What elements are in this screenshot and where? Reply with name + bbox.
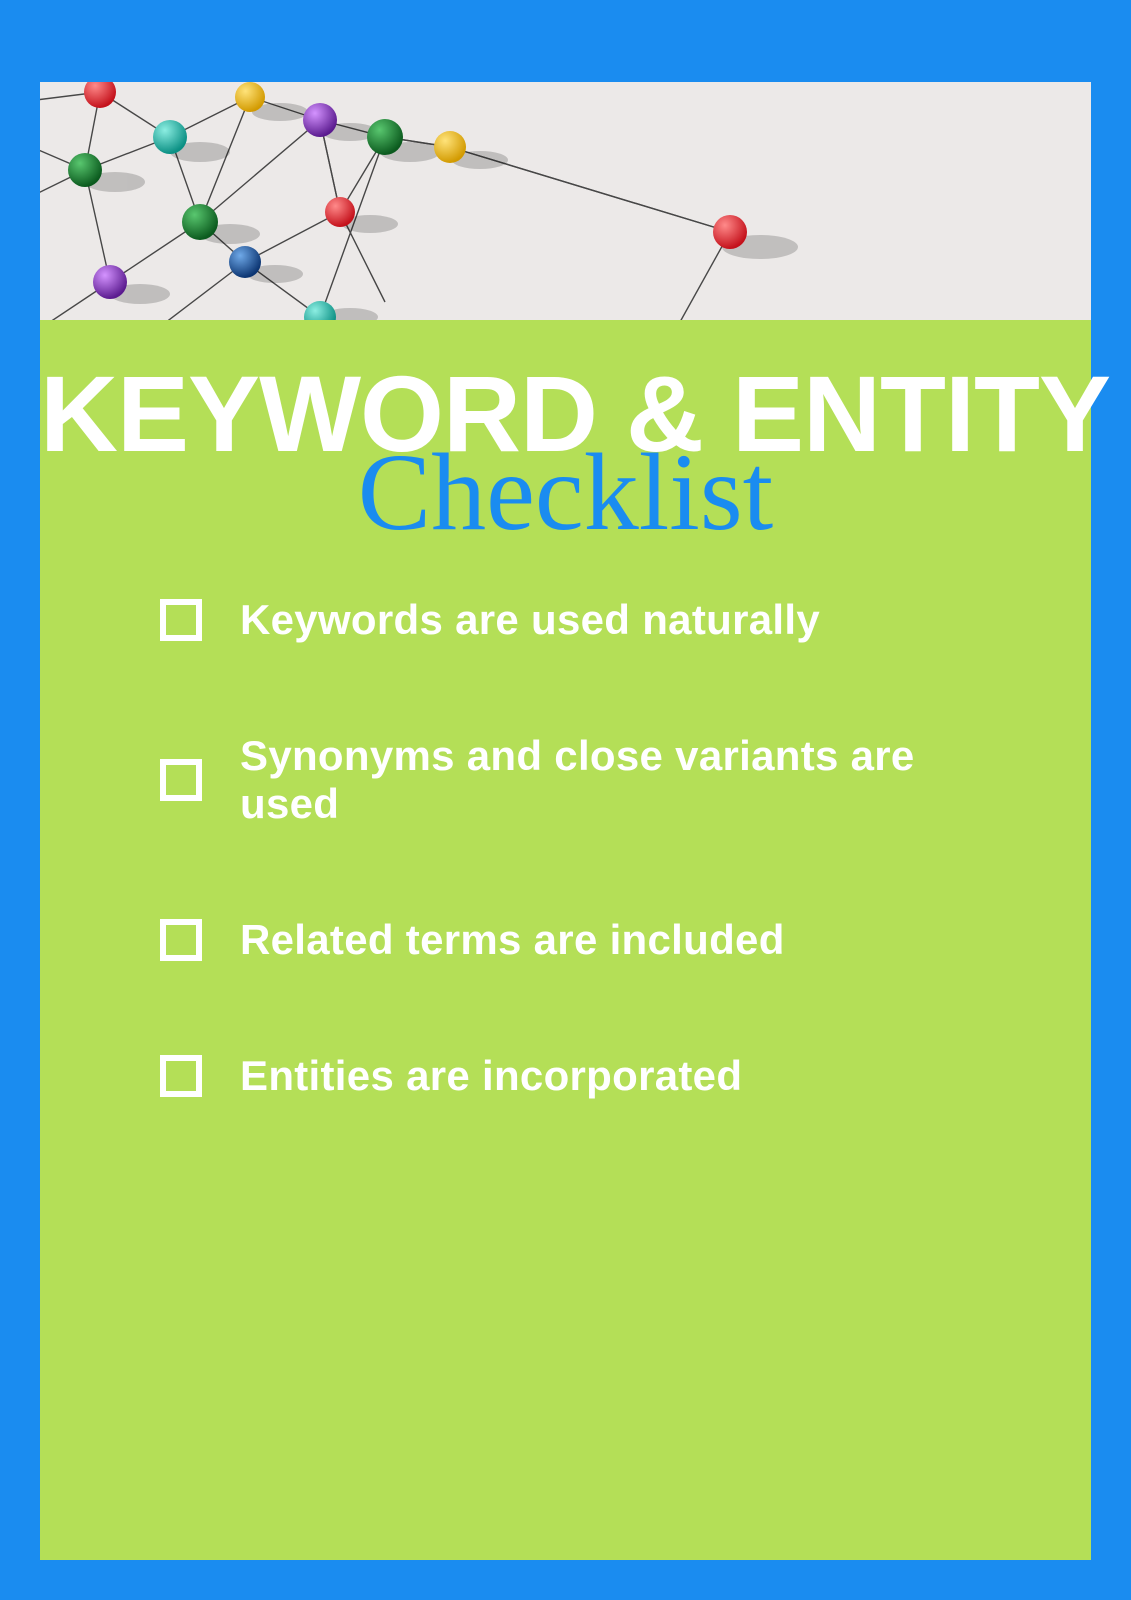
checkbox[interactable] <box>160 919 202 961</box>
checklist-item: Synonyms and close variants are used <box>160 732 1011 828</box>
checklist-item: Entities are incorporated <box>160 1052 1011 1100</box>
checklist-card: KEYWORD & ENTITY Checklist Keywords are … <box>40 320 1091 1560</box>
hero-image <box>40 82 1091 322</box>
checklist-item-label: Entities are incorporated <box>240 1052 742 1100</box>
pin-network-illustration <box>40 82 1091 322</box>
checklist-item: Related terms are included <box>160 916 1011 964</box>
checkbox[interactable] <box>160 599 202 641</box>
title-block: KEYWORD & ENTITY Checklist <box>40 320 1091 536</box>
checklist-item: Keywords are used naturally <box>160 596 1011 644</box>
checkbox[interactable] <box>160 759 202 801</box>
checklist-item-label: Synonyms and close variants are used <box>240 732 1011 828</box>
checklist-item-label: Related terms are included <box>240 916 785 964</box>
checklist-items: Keywords are used naturally Synonyms and… <box>40 536 1091 1100</box>
checklist-item-label: Keywords are used naturally <box>240 596 820 644</box>
checkbox[interactable] <box>160 1055 202 1097</box>
